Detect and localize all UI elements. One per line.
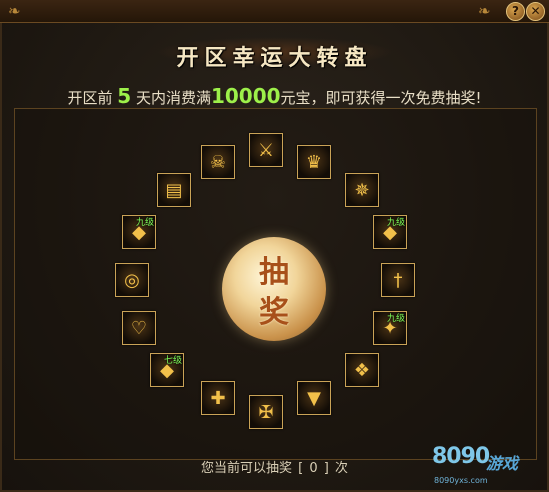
prize-slot-silver-winged-helmet: ❖ bbox=[345, 353, 379, 387]
golden-crown-icon: ♛ bbox=[305, 151, 323, 173]
draw-label-2: 奖 bbox=[259, 295, 289, 330]
dagger-icon: † bbox=[393, 269, 403, 291]
desc-days: 5 bbox=[117, 84, 132, 108]
level-badge: 九级 bbox=[386, 314, 405, 324]
desc-amount: 10000 bbox=[210, 84, 281, 108]
right-swirl-ornament: ❧ bbox=[478, 2, 491, 20]
help-button[interactable]: ? bbox=[506, 2, 525, 21]
level-badge: 九级 bbox=[135, 218, 154, 228]
level-badge: 九级 bbox=[386, 218, 405, 228]
draw-button[interactable]: 抽 奖 bbox=[222, 237, 326, 341]
dark-armor-icon: ✠ bbox=[258, 401, 274, 423]
prize-slot-golden-crown: ♛ bbox=[297, 145, 331, 179]
prize-slot-scroll-book: ▤ bbox=[157, 173, 191, 207]
prize-slot-green-gem-level9: ✦ 九级 bbox=[373, 311, 407, 345]
red-armor-icon: ✵ bbox=[354, 179, 370, 201]
prize-slot-dark-armor: ✠ bbox=[249, 395, 283, 429]
golden-boots-icon: ▼ bbox=[307, 387, 321, 409]
left-swirl-ornament: ❧ bbox=[8, 2, 21, 20]
skull-helmet-icon: ☠ bbox=[209, 151, 227, 173]
scroll-book-icon: ▤ bbox=[165, 179, 183, 201]
prize-slot-cross-staff: ✚ bbox=[201, 381, 235, 415]
prize-slot-red-armor: ✵ bbox=[345, 173, 379, 207]
draw-label-1: 抽 bbox=[259, 255, 289, 290]
prize-slot-gold-armor-level9-right: ◆ 九级 bbox=[373, 215, 407, 249]
page-title: 开区幸运大转盘 bbox=[176, 45, 373, 71]
silver-helmet-icon: ♡ bbox=[130, 317, 148, 339]
logo-number: 8090 bbox=[432, 444, 490, 469]
level-badge: 七级 bbox=[163, 356, 182, 366]
logo-url: 8090yxs.com bbox=[434, 476, 488, 485]
prize-slot-dagger: † bbox=[381, 263, 415, 297]
prize-slot-gold-armor-level9-left: ◆ 九级 bbox=[122, 215, 156, 249]
desc-suffix: 元宝，即可获得一次免费抽奖! bbox=[280, 89, 482, 107]
prize-slot-skull-helmet: ☠ bbox=[201, 145, 235, 179]
red-ring-icon: ◎ bbox=[124, 269, 140, 291]
prize-slot-gold-armor-level7: ◆ 七级 bbox=[150, 353, 184, 387]
silver-winged-helmet-icon: ❖ bbox=[353, 359, 371, 381]
sword-icon: ⚔ bbox=[257, 139, 275, 161]
desc-prefix: 开区前 bbox=[67, 89, 113, 107]
close-button[interactable]: ✕ bbox=[526, 2, 545, 21]
prize-slot-sword: ⚔ bbox=[249, 133, 283, 167]
event-description: 开区前 5 天内消费满10000元宝，即可获得一次免费抽奖! bbox=[0, 84, 549, 108]
site-logo: 8090 游戏 8090yxs.com bbox=[428, 442, 546, 490]
prize-slot-golden-boots: ▼ bbox=[297, 381, 331, 415]
prize-slot-red-ring: ◎ bbox=[115, 263, 149, 297]
prize-slot-silver-helmet: ♡ bbox=[122, 311, 156, 345]
title-bar: ❧ ❧ bbox=[0, 0, 549, 23]
cross-staff-icon: ✚ bbox=[210, 387, 226, 409]
logo-text: 游戏 bbox=[486, 454, 519, 473]
desc-middle: 天内消费满 bbox=[135, 89, 211, 107]
